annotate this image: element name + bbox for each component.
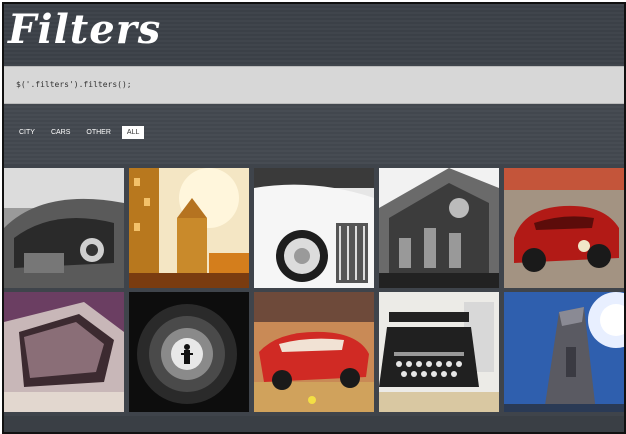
gallery-tile-vintage-typewriter[interactable] <box>379 292 499 412</box>
gallery-tile-blue-sky-monument[interactable] <box>504 292 624 412</box>
gallery-tile-tunnel-silhouette[interactable] <box>129 292 249 412</box>
page-title: Filters <box>8 6 162 53</box>
gallery-tile-convertible-car-interior[interactable] <box>4 168 124 288</box>
photo-vintage-typewriter <box>379 292 499 412</box>
gallery-tile-car-door-window[interactable] <box>4 292 124 412</box>
photo-classic-car-headlight <box>254 168 374 288</box>
photo-red-vintage-racecar <box>504 168 624 288</box>
photo-city-buildings-sunset <box>129 168 249 288</box>
filter-button-all[interactable]: ALL <box>121 126 145 139</box>
photo-tunnel-silhouette <box>129 292 249 412</box>
gallery-tile-ornate-building-facade[interactable] <box>379 168 499 288</box>
code-snippet: $('.filters').filters(); <box>16 80 132 89</box>
gallery-tile-red-convertible-street[interactable] <box>254 292 374 412</box>
photo-car-door-window <box>4 292 124 412</box>
filter-nav: CITY CARS OTHER ALL <box>14 126 145 139</box>
footer-bar <box>4 416 624 432</box>
gallery-tile-classic-car-headlight[interactable] <box>254 168 374 288</box>
filter-button-cars[interactable]: CARS <box>46 126 75 139</box>
code-snippet-box: $('.filters').filters(); <box>4 66 624 104</box>
gallery-tile-red-vintage-racecar[interactable] <box>504 168 624 288</box>
photo-convertible-car-interior <box>4 168 124 288</box>
filter-button-other[interactable]: OTHER <box>81 126 116 139</box>
app-frame: Filters $('.filters').filters(); CITY CA… <box>2 2 626 434</box>
photo-gallery <box>4 168 624 414</box>
header: Filters <box>4 4 624 66</box>
gallery-tile-city-buildings-sunset[interactable] <box>129 168 249 288</box>
photo-red-convertible-street <box>254 292 374 412</box>
filter-button-city[interactable]: CITY <box>14 126 40 139</box>
photo-ornate-building-facade <box>379 168 499 288</box>
photo-blue-sky-monument <box>504 292 624 412</box>
